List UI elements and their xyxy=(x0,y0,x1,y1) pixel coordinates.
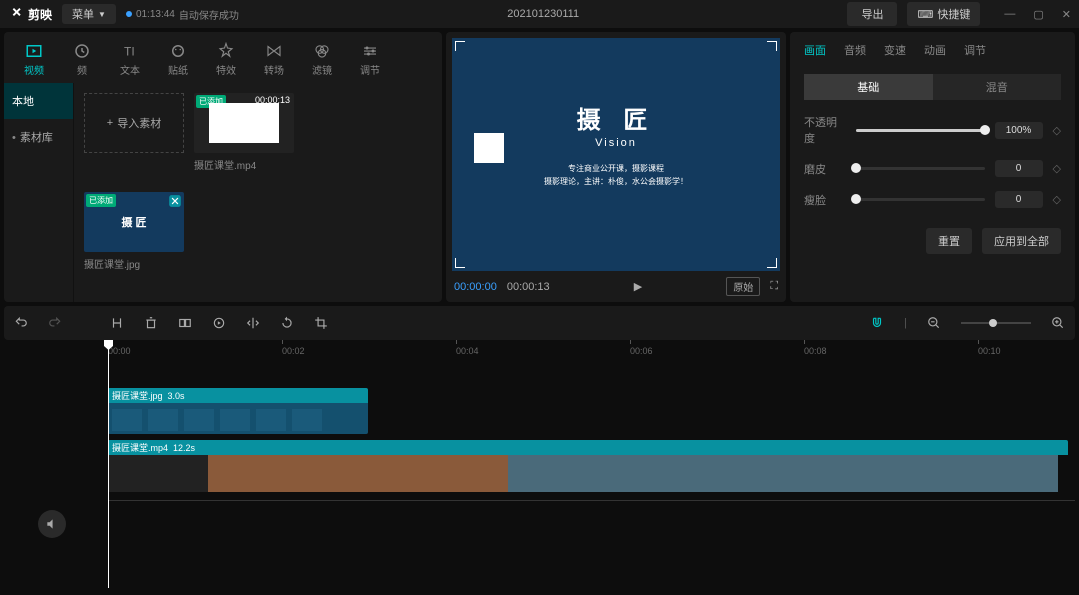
total-time: 00:00:13 xyxy=(507,281,550,293)
current-time: 00:00:00 xyxy=(454,281,497,293)
sub-tabs: 基础 混音 xyxy=(804,74,1061,100)
reset-button[interactable]: 重置 xyxy=(926,228,972,254)
maximize-button[interactable]: ▢ xyxy=(1033,8,1043,21)
tab-text[interactable]: TI文本 xyxy=(106,40,154,79)
ratio-button[interactable]: 原始 xyxy=(726,277,760,296)
project-name[interactable]: 202101230111 xyxy=(249,8,838,20)
proptab-anim[interactable]: 动画 xyxy=(924,42,946,58)
subtab-mix[interactable]: 混音 xyxy=(933,74,1062,100)
delete-button[interactable] xyxy=(144,316,158,330)
source-library[interactable]: •素材库 xyxy=(4,119,73,155)
tab-transition[interactable]: 转场 xyxy=(250,40,298,79)
playhead[interactable] xyxy=(108,340,109,588)
tab-video[interactable]: 视频 xyxy=(10,40,58,79)
handle-tl[interactable] xyxy=(455,41,465,51)
preview-text: 专注商业公开课，摄影课程摄影理论，主讲：朴俊，水公会摄影学！ xyxy=(544,163,688,189)
zoom-slider[interactable] xyxy=(961,322,1031,324)
redo-button[interactable] xyxy=(48,316,62,330)
handle-bl[interactable] xyxy=(455,258,465,268)
tab-audio[interactable]: 频 xyxy=(58,40,106,79)
proptab-speed[interactable]: 变速 xyxy=(884,42,906,58)
hotkey-button[interactable]: ⌨ 快捷键 xyxy=(907,2,980,26)
spinner-icon[interactable]: ◇ xyxy=(1053,124,1061,137)
zoom-in-button[interactable] xyxy=(1051,316,1065,330)
logo-icon xyxy=(168,194,182,208)
time-ruler[interactable]: 00:00 00:02 00:04 00:06 00:08 00:10 xyxy=(100,340,1075,362)
preview-subtitle: Vision xyxy=(595,137,637,149)
tab-filter[interactable]: 滤镜 xyxy=(298,40,346,79)
media-grid: +导入素材 已添加00:00:13 摄匠课堂.mp4 已添加 摄 匠 摄匠课堂.… xyxy=(74,83,442,302)
proptab-adjust[interactable]: 调节 xyxy=(964,42,986,58)
preview-canvas[interactable]: 摄 匠 Vision 专注商业公开课，摄影课程摄影理论，主讲：朴俊，水公会摄影学… xyxy=(452,38,780,271)
handle-tr[interactable] xyxy=(767,41,777,51)
clip-video[interactable]: 摄匠课堂.mp4 12.2s xyxy=(108,440,1068,492)
crop-ratio-button[interactable] xyxy=(178,316,192,330)
tool-tabs: 视频 频 TI文本 贴纸 特效 转场 滤镜 调节 xyxy=(4,32,442,83)
app-logo: 剪映 xyxy=(8,6,52,23)
opacity-slider[interactable] xyxy=(856,129,985,132)
skin-row: 磨皮 0 ◇ xyxy=(804,160,1061,177)
player-controls: 00:00:00 00:00:13 ▶ 原始 ⛶ xyxy=(452,271,780,296)
face-row: 瘦脸 0 ◇ xyxy=(804,191,1061,208)
skin-value[interactable]: 0 xyxy=(995,160,1043,177)
minimize-button[interactable]: — xyxy=(1004,8,1015,21)
plus-icon: + xyxy=(107,117,113,129)
magnet-button[interactable] xyxy=(870,316,884,330)
skin-slider[interactable] xyxy=(856,167,985,170)
record-button[interactable] xyxy=(212,316,226,330)
tab-adjust[interactable]: 调节 xyxy=(346,40,394,79)
keyboard-icon: ⌨ xyxy=(917,8,933,21)
spinner-icon[interactable]: ◇ xyxy=(1053,193,1061,206)
autosave-status: 01:13:44 自动保存成功 xyxy=(126,7,239,22)
scissors-icon xyxy=(8,6,24,22)
opacity-row: 不透明度 100% ◇ xyxy=(804,114,1061,146)
timeline-tracks[interactable]: 00:00 00:02 00:04 00:06 00:08 00:10 摄匠课堂… xyxy=(100,340,1075,588)
mute-button[interactable] xyxy=(38,510,66,538)
mirror-button[interactable] xyxy=(246,316,260,330)
qr-code xyxy=(474,133,504,163)
title-bar: 剪映 菜单▼ 01:13:44 自动保存成功 202101230111 导出 ⌨… xyxy=(0,0,1079,28)
rotate-button[interactable] xyxy=(280,316,294,330)
preview-panel: 摄 匠 Vision 专注商业公开课，摄影课程摄影理论，主讲：朴俊，水公会摄影学… xyxy=(446,32,786,302)
media-item[interactable]: 已添加00:00:13 摄匠课堂.mp4 xyxy=(194,93,294,172)
fullscreen-button[interactable]: ⛶ xyxy=(770,280,778,293)
source-local[interactable]: 本地 xyxy=(4,83,73,119)
opacity-value[interactable]: 100% xyxy=(995,122,1043,139)
media-item[interactable]: 已添加 摄 匠 摄匠课堂.jpg xyxy=(84,192,184,271)
close-button[interactable]: ✕ xyxy=(1062,8,1071,21)
tab-effect[interactable]: 特效 xyxy=(202,40,250,79)
speaker-icon xyxy=(45,517,59,531)
crop-button[interactable] xyxy=(314,316,328,330)
svg-text:TI: TI xyxy=(124,45,135,59)
preview-title: 摄 匠 xyxy=(577,100,656,135)
tab-sticker[interactable]: 贴纸 xyxy=(154,40,202,79)
handle-br[interactable] xyxy=(767,258,777,268)
clip-image[interactable]: 摄匠课堂.jpg 3.0s xyxy=(108,388,368,434)
subtab-basic[interactable]: 基础 xyxy=(804,74,933,100)
spinner-icon[interactable]: ◇ xyxy=(1053,162,1061,175)
face-value[interactable]: 0 xyxy=(995,191,1043,208)
media-panel: 视频 频 TI文本 贴纸 特效 转场 滤镜 调节 本地 •素材库 +导入素材 已… xyxy=(4,32,442,302)
apply-all-button[interactable]: 应用到全部 xyxy=(982,228,1061,254)
export-button[interactable]: 导出 xyxy=(847,2,897,26)
properties-panel: 画面 音频 变速 动画 调节 基础 混音 不透明度 100% ◇ 磨皮 0 ◇ … xyxy=(790,32,1075,302)
undo-button[interactable] xyxy=(14,316,28,330)
proptab-picture[interactable]: 画面 xyxy=(804,42,826,58)
timeline-toolbar: | xyxy=(4,306,1075,340)
import-button[interactable]: +导入素材 xyxy=(84,93,184,153)
source-tabs: 本地 •素材库 xyxy=(4,83,74,302)
face-slider[interactable] xyxy=(856,198,985,201)
zoom-out-button[interactable] xyxy=(927,316,941,330)
split-button[interactable] xyxy=(110,316,124,330)
timeline: 00:00 00:02 00:04 00:06 00:08 00:10 摄匠课堂… xyxy=(4,340,1075,588)
proptab-audio[interactable]: 音频 xyxy=(844,42,866,58)
play-button[interactable]: ▶ xyxy=(634,280,642,293)
menu-dropdown[interactable]: 菜单▼ xyxy=(62,4,116,24)
prop-tabs: 画面 音频 变速 动画 调节 xyxy=(804,42,1061,66)
